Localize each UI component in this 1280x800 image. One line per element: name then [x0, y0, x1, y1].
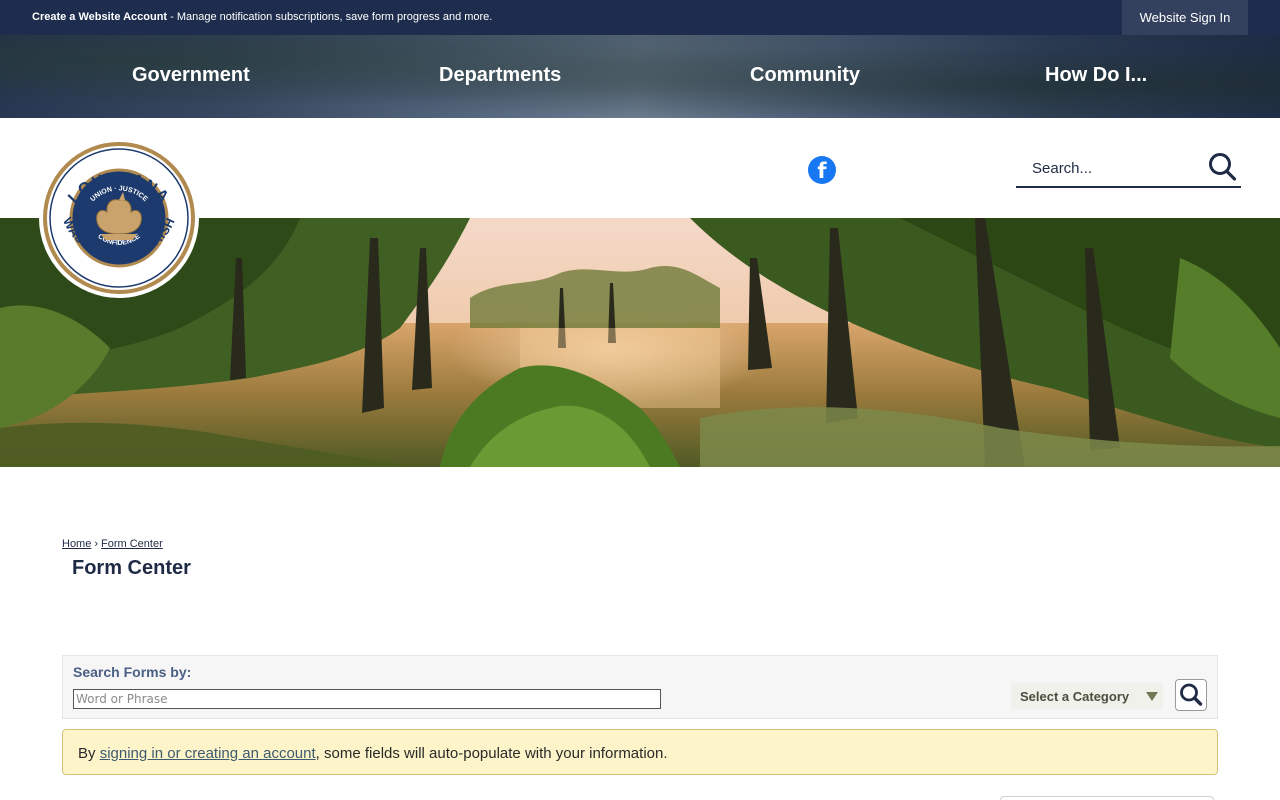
notice-prefix: By	[78, 745, 100, 762]
site-search	[1016, 150, 1241, 188]
search-icon[interactable]	[1207, 152, 1237, 182]
page-title: Form Center	[72, 557, 191, 579]
category-select-label: Select a Category	[1020, 689, 1130, 704]
site-search-input[interactable]	[1016, 154, 1201, 182]
parish-seal-logo[interactable]: LOUISIANA WASHINGTON PARISH UNION · JUST…	[39, 138, 199, 298]
account-bar: Create a Website Account - Manage notifi…	[0, 0, 1280, 35]
lower-panel-edge	[1000, 796, 1214, 800]
breadcrumb-form-center-link[interactable]: Form Center	[101, 538, 163, 550]
nav-item-government[interactable]: Government	[132, 64, 250, 87]
seal-emblem: LOUISIANA WASHINGTON PARISH UNION · JUST…	[43, 142, 195, 294]
nav-item-how-do-i[interactable]: How Do I...	[1045, 64, 1147, 87]
form-search-button[interactable]	[1175, 679, 1207, 711]
breadcrumb-home-link[interactable]: Home	[62, 538, 91, 550]
nav-item-departments[interactable]: Departments	[439, 64, 561, 87]
sign-in-or-create-account-link[interactable]: signing in or creating an account	[100, 745, 316, 762]
form-search-label: Search Forms by:	[73, 664, 192, 680]
notice-text: By signing in or creating an account, so…	[78, 745, 668, 762]
main-navigation: Government Departments Community How Do …	[0, 35, 1280, 118]
form-search-input[interactable]	[73, 689, 661, 709]
account-message: Create a Website Account - Manage notifi…	[32, 11, 492, 23]
account-message-text: - Manage notification subscriptions, sav…	[167, 11, 493, 23]
notice-suffix: , some fields will auto-populate with yo…	[315, 745, 668, 762]
autopopulate-notice: By signing in or creating an account, so…	[62, 729, 1218, 775]
create-account-link[interactable]: Create a Website Account	[32, 11, 167, 23]
breadcrumb: Home › Form Center	[62, 538, 163, 550]
nav-item-community[interactable]: Community	[750, 64, 860, 87]
category-select[interactable]: Select a Category	[1011, 683, 1163, 709]
chevron-down-icon	[1146, 692, 1158, 701]
search-icon	[1180, 683, 1203, 706]
form-search-panel: Search Forms by: Select a Category	[62, 655, 1218, 719]
website-sign-in-button[interactable]: Website Sign In	[1122, 0, 1248, 35]
breadcrumb-separator: ›	[94, 538, 99, 550]
facebook-icon[interactable]: f	[808, 156, 836, 184]
